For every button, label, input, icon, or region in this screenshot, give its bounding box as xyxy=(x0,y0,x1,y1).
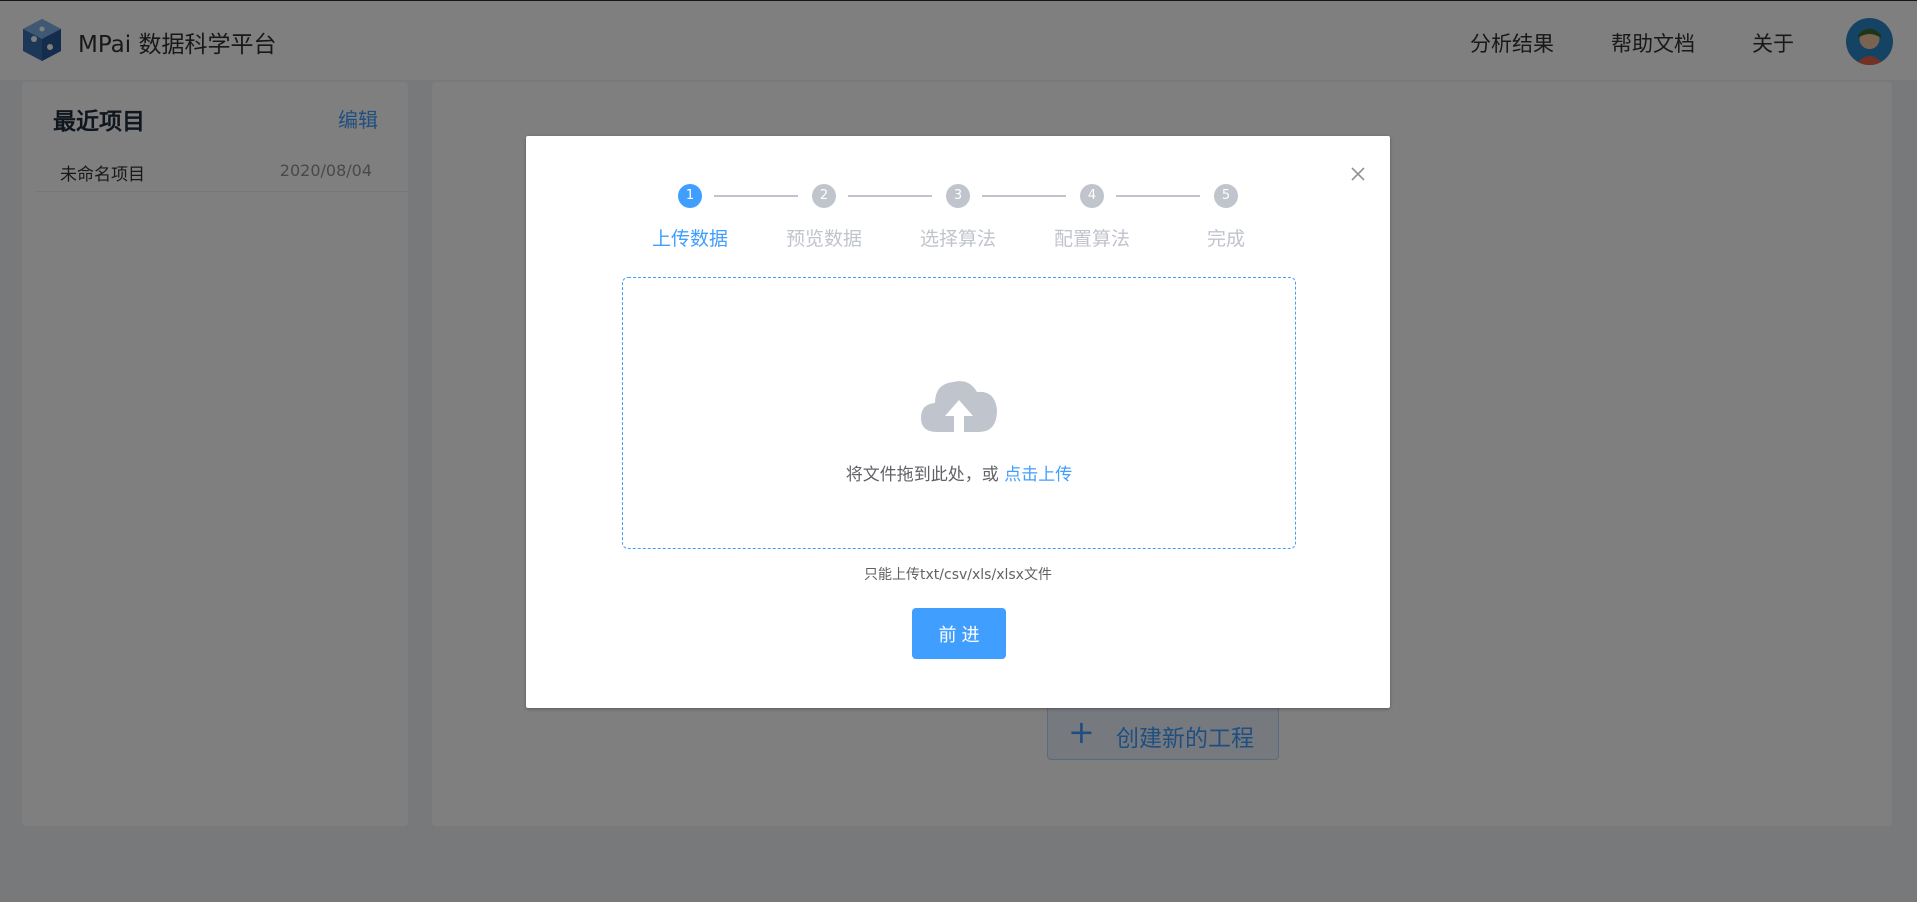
step-2-label: 预览数据 xyxy=(785,228,862,250)
step-connector xyxy=(714,195,798,197)
click-upload-link[interactable]: 点击上传 xyxy=(1004,465,1072,485)
step-4-icon: 4 xyxy=(1080,184,1104,208)
step-connector xyxy=(1116,195,1200,197)
step-1-label: 上传数据 xyxy=(651,228,728,250)
step-2-icon: 2 xyxy=(812,184,836,208)
dropzone-text: 将文件拖到此处，或 点击上传 xyxy=(623,460,1295,485)
step-5-icon: 5 xyxy=(1214,184,1238,208)
step-1-icon: 1 xyxy=(678,184,702,208)
upload-hint: 只能上传txt/csv/xls/xlsx文件 xyxy=(864,567,1052,583)
upload-dropzone[interactable]: 将文件拖到此处，或 点击上传 xyxy=(622,277,1296,549)
step-connector xyxy=(848,195,932,197)
close-icon[interactable] xyxy=(1346,162,1370,186)
step-4-label: 配置算法 xyxy=(1053,228,1130,250)
app-root: MPai 数据科学平台 分析结果 帮助文档 关于 最近项目 编辑 未命名项目 2… xyxy=(0,0,1917,902)
step-3-icon: 3 xyxy=(946,184,970,208)
forward-button[interactable]: 前 进 xyxy=(912,608,1006,659)
cloud-upload-icon xyxy=(921,381,997,432)
step-connector xyxy=(982,195,1066,197)
step-5-label: 完成 xyxy=(1206,228,1245,250)
dropzone-instruction: 将文件拖到此处，或 xyxy=(845,465,999,485)
step-3-label: 选择算法 xyxy=(919,228,996,250)
upload-dialog: 1 2 3 4 5 上传数据 预览数据 选择算法 配置算法 完成 将文件拖到此处… xyxy=(526,136,1390,708)
